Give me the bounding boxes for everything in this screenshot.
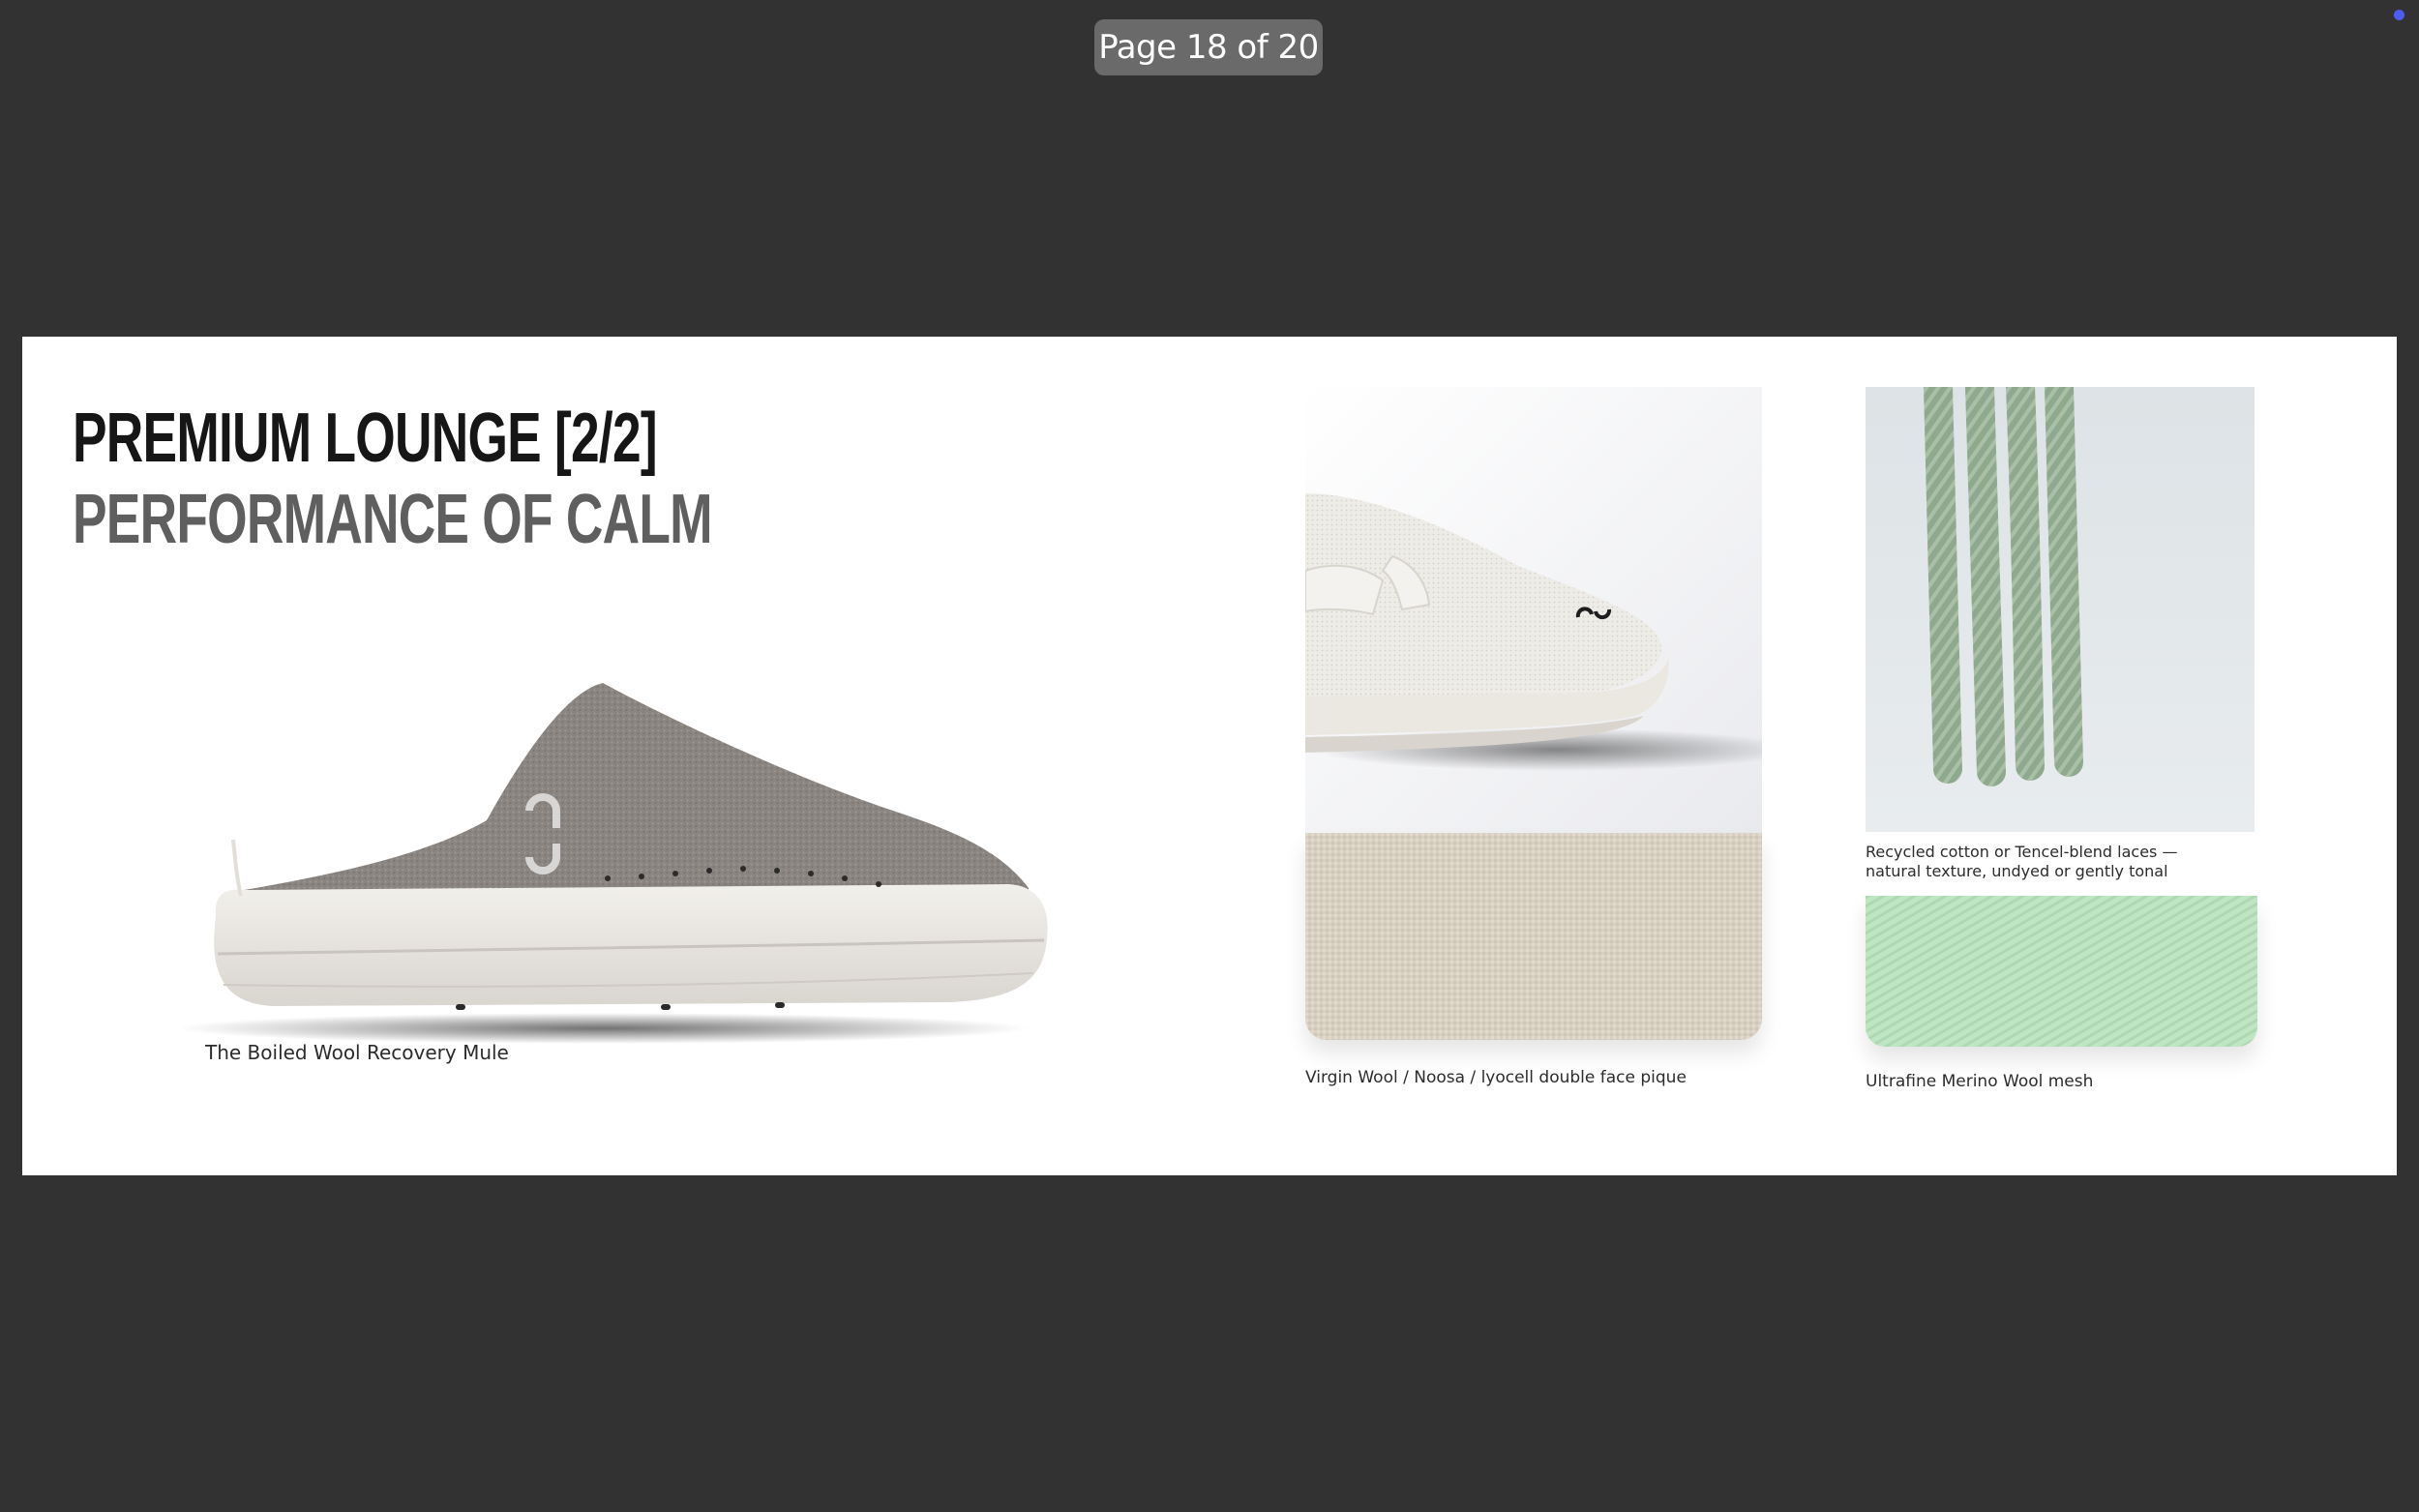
slide-title: PREMIUM LOUNGE [2/2]: [73, 400, 658, 477]
presentation-slide: PREMIUM LOUNGE [2/2] PERFORMANCE OF CALM: [22, 337, 2397, 1175]
laces-caption: Recycled cotton or Tencel-blend laces — …: [1866, 843, 2178, 880]
mesh-fabric-swatch: [1866, 896, 2257, 1047]
sneaker-toe-photo: [1305, 387, 1762, 833]
pique-caption: Virgin Wool / Noosa / lyocell double fac…: [1305, 1068, 1687, 1087]
mule-caption: The Boiled Wool Recovery Mule: [205, 1041, 509, 1064]
page-indicator: Page 18 of 20: [1094, 19, 1323, 75]
mesh-caption: Ultrafine Merino Wool mesh: [1866, 1072, 2094, 1091]
mule-product-image: [177, 683, 1048, 1044]
slide-subtitle: PERFORMANCE OF CALM: [73, 481, 713, 558]
status-dot: [2394, 10, 2404, 20]
pique-fabric-swatch: [1305, 833, 1762, 1040]
laces-photo: [1866, 387, 2255, 832]
